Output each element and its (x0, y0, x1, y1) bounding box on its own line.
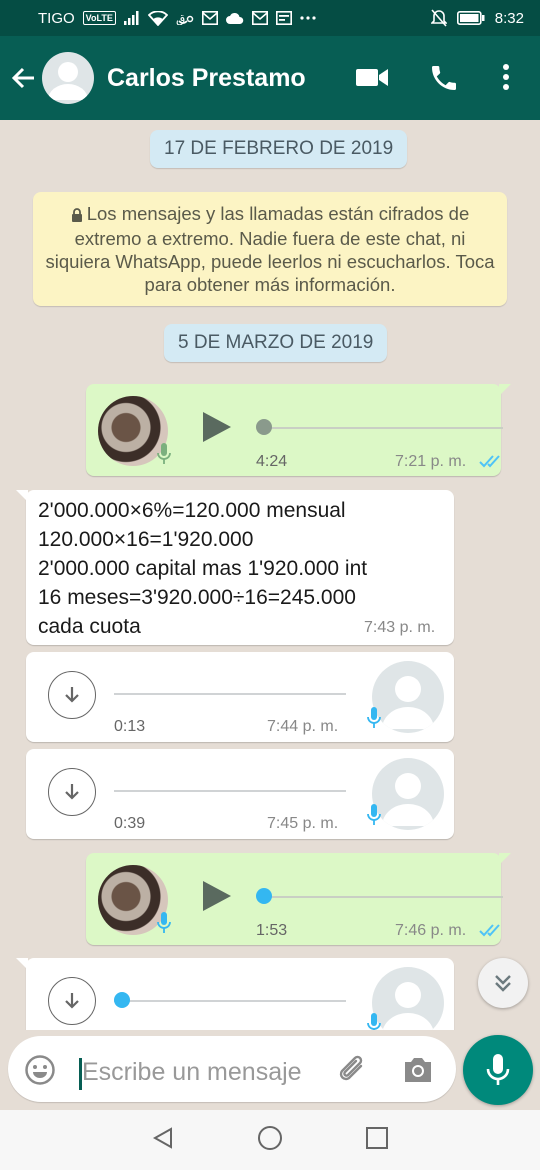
status-bar: TIGO VoLTE ق̮ 8:32 (0, 0, 540, 36)
carrier-label: TIGO (38, 9, 75, 27)
audio-progress-knob[interactable] (256, 888, 272, 904)
camera-icon[interactable] (402, 1056, 434, 1089)
date-chip: 17 DE FEBRERO DE 2019 (150, 130, 408, 168)
read-ticks-icon (479, 923, 503, 942)
audio-progress-track[interactable] (114, 790, 346, 792)
audio-progress-track[interactable] (114, 693, 346, 695)
chat-header: Carlos Prestamo (0, 36, 540, 120)
contact-avatar[interactable] (42, 52, 94, 104)
voice-duration: 0:13 (114, 718, 146, 735)
home-circle-icon[interactable] (257, 1125, 283, 1156)
system-navigation-bar (0, 1110, 540, 1170)
email-icon (201, 11, 218, 25)
download-button[interactable] (48, 977, 96, 1025)
play-icon[interactable] (201, 410, 233, 449)
download-icon (65, 784, 79, 800)
message-time: 7:44 p. m. (267, 718, 339, 735)
audio-progress-knob[interactable] (256, 419, 272, 435)
wifi-icon (147, 10, 168, 26)
date-chip: 5 DE MARZO DE 2019 (164, 324, 388, 362)
attach-icon[interactable] (336, 1054, 370, 1091)
clock: 8:32 (494, 9, 524, 27)
download-icon (65, 993, 79, 1009)
mic-icon (156, 911, 172, 940)
mute-icon (430, 9, 447, 27)
message-input[interactable] (82, 1058, 322, 1087)
audio-progress-knob[interactable] (114, 992, 130, 1008)
mic-icon (156, 442, 172, 471)
back-triangle-icon[interactable] (151, 1126, 175, 1155)
email-icon (251, 11, 268, 25)
read-ticks-icon (479, 454, 503, 473)
voice-duration: 0:39 (114, 815, 146, 832)
recents-square-icon[interactable] (365, 1126, 389, 1155)
cloud-icon (225, 12, 244, 24)
message-time: 7:46 p. m. (395, 922, 467, 939)
contact-name[interactable]: Carlos Prestamo (107, 64, 306, 93)
voice-message-outgoing: 4:24 7:21 p. m. (86, 384, 511, 476)
record-voice-button[interactable] (463, 1035, 533, 1105)
mic-icon (366, 706, 382, 735)
composer-bar (0, 1030, 540, 1110)
text-message-incoming: 2'000.000×6%=120.000 mensual 120.000×16=… (16, 490, 454, 645)
audio-progress-track[interactable] (114, 1000, 346, 1002)
voice-duration: 1:53 (256, 922, 288, 939)
emoji-icon[interactable] (24, 1054, 56, 1091)
voice-message-incoming: 0:39 7:45 p. m. (26, 749, 454, 839)
mic-icon (366, 803, 382, 832)
voice-message-incoming: 0:13 7:44 p. m. (26, 652, 454, 742)
image-icon (275, 11, 292, 25)
mic-icon (366, 1012, 382, 1030)
voice-duration: 4:24 (256, 453, 288, 470)
phone-icon[interactable] (428, 62, 460, 99)
encryption-notice-text: Los mensajes y las llamadas están cifrad… (45, 203, 495, 295)
download-icon (65, 687, 79, 703)
download-button[interactable] (48, 671, 96, 719)
signal-icon (123, 11, 140, 25)
mic-icon (486, 1054, 510, 1085)
sender-avatar (372, 758, 444, 830)
audio-progress-track[interactable] (258, 427, 503, 429)
message-text: 2'000.000×6%=120.000 mensual 120.000×16=… (38, 499, 368, 638)
more-vert-icon[interactable] (500, 62, 512, 97)
sender-avatar (372, 661, 444, 733)
message-input-box[interactable] (8, 1036, 456, 1102)
message-time: 7:21 p. m. (395, 453, 467, 470)
back-arrow-icon[interactable] (10, 64, 38, 97)
download-button[interactable] (48, 768, 96, 816)
message-time: 7:43 p. m. (364, 619, 436, 636)
audio-progress-track[interactable] (258, 896, 503, 898)
video-call-icon[interactable] (356, 62, 390, 97)
message-time: 7:45 p. m. (267, 815, 339, 832)
encryption-notice[interactable]: Los mensajes y las llamadas están cifrad… (33, 192, 507, 306)
app-icon: ق̮ (176, 11, 194, 25)
play-icon[interactable] (201, 879, 233, 918)
voice-message-outgoing: 1:53 7:46 p. m. (86, 853, 511, 945)
voice-message-incoming (16, 958, 454, 1030)
chat-area[interactable]: 17 DE FEBRERO DE 2019 Los mensajes y las… (0, 120, 540, 1030)
scroll-to-bottom-button[interactable] (478, 958, 528, 1008)
more-dots-icon (300, 16, 316, 20)
lock-icon (71, 204, 83, 227)
volte-badge: VoLTE (82, 11, 116, 25)
double-chevron-down-icon (495, 975, 511, 992)
battery-icon (456, 11, 485, 25)
sender-avatar (372, 967, 444, 1030)
